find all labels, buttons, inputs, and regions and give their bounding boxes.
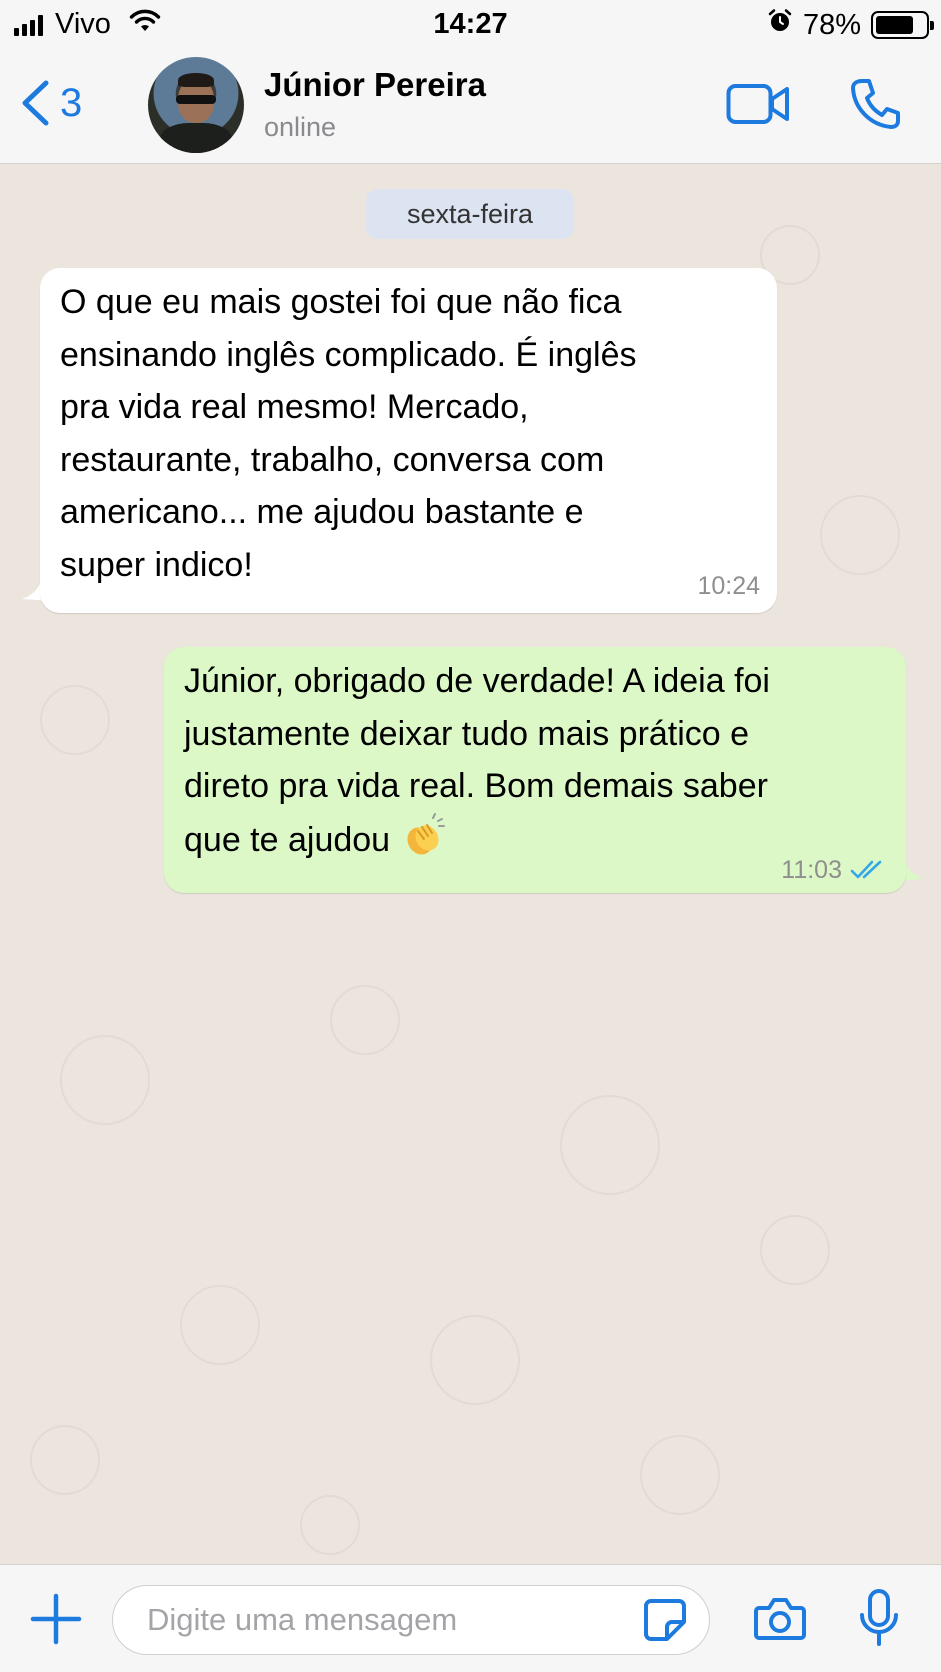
read-receipt-icon <box>850 860 882 879</box>
message-text: Júnior, obrigado de verdade! A ideia foi… <box>184 662 770 859</box>
message-text: O que eu mais gostei foi que não fica en… <box>60 283 637 584</box>
plus-icon <box>30 1593 82 1645</box>
message-outgoing[interactable]: Júnior, obrigado de verdade! A ideia foi… <box>164 647 906 893</box>
video-call-icon <box>726 84 789 124</box>
attach-button[interactable] <box>30 1593 82 1650</box>
chat-area[interactable]: sexta-feira O que eu mais gostei foi que… <box>0 165 941 1564</box>
message-incoming[interactable]: O que eu mais gostei foi que não fica en… <box>40 268 777 613</box>
back-chevron-icon <box>22 80 49 126</box>
alarm-icon <box>767 8 793 42</box>
contact-status: online <box>264 112 337 142</box>
status-right: 78% <box>767 8 934 42</box>
avatar[interactable] <box>148 57 244 153</box>
sticker-button[interactable] <box>643 1598 687 1647</box>
message-time: 11:03 <box>781 856 842 884</box>
video-call-button[interactable] <box>726 82 790 131</box>
message-input-bar <box>0 1564 941 1672</box>
phone-call-icon <box>851 79 900 129</box>
camera-button[interactable] <box>754 1596 806 1645</box>
microphone-button[interactable] <box>858 1589 900 1654</box>
contact-name[interactable]: Júnior Pereira <box>264 66 486 104</box>
message-meta: 11:03 <box>781 855 886 885</box>
battery-icon <box>871 11 934 39</box>
battery-percent: 78% <box>802 8 861 41</box>
message-time: 10:24 <box>697 572 760 600</box>
back-button[interactable]: 3 <box>20 80 82 126</box>
battery-level <box>876 16 914 34</box>
camera-icon <box>754 1598 806 1640</box>
message-input[interactable] <box>112 1585 710 1655</box>
chat-header: 3 Júnior Pereira online <box>0 50 941 164</box>
microphone-icon <box>860 1589 898 1646</box>
unread-count: 3 <box>60 80 83 125</box>
clapping-hands-emoji <box>407 812 445 855</box>
phone-call-button[interactable] <box>850 78 900 135</box>
date-separator: sexta-feira <box>366 189 574 239</box>
sticker-icon <box>644 1599 686 1641</box>
status-bar: Vivo 14:27 78% <box>0 0 941 50</box>
